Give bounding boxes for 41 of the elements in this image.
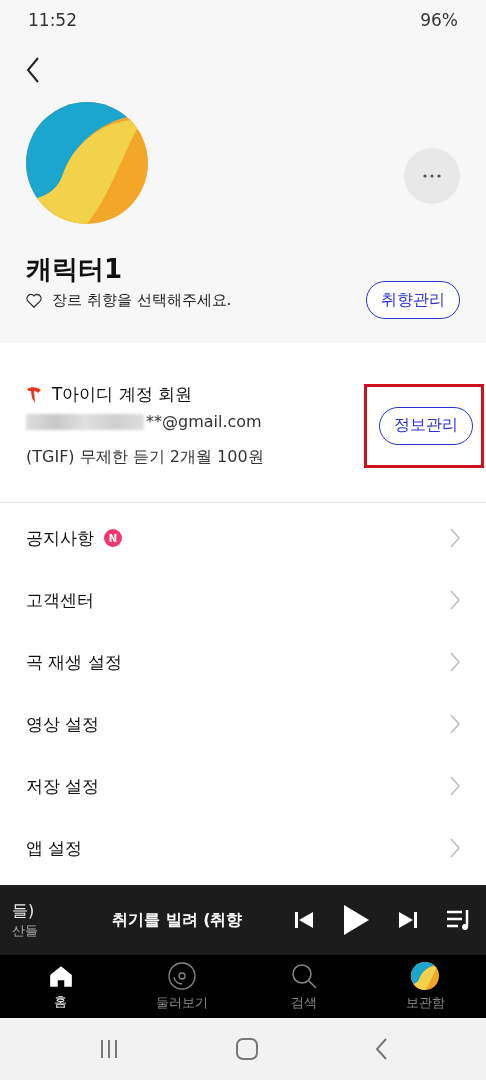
chevron-right-icon xyxy=(450,838,460,858)
plan-text: (TGIF) 무제한 듣기 2개월 100원 xyxy=(26,447,264,468)
new-badge: N xyxy=(104,529,122,547)
t-logo-icon xyxy=(26,385,42,404)
chevron-right-icon xyxy=(450,590,460,610)
account-type: T아이디 계정 회원 xyxy=(52,383,193,406)
previous-icon[interactable] xyxy=(294,910,314,930)
track-title: 들) xyxy=(12,900,36,922)
search-icon xyxy=(289,961,318,990)
play-icon[interactable] xyxy=(342,904,370,936)
genre-hint: 장르 취향을 선택해주세요. xyxy=(52,290,232,310)
battery-level: 96% xyxy=(420,10,458,30)
chevron-right-icon xyxy=(450,714,460,734)
disc-icon xyxy=(168,961,197,990)
menu-item[interactable]: 곡 재생 설정 xyxy=(0,631,486,693)
menu-item[interactable]: 앱 설정 xyxy=(0,817,486,879)
genre-manage-button[interactable]: 취향관리 xyxy=(366,281,460,319)
nav-tab[interactable]: 보관함 xyxy=(364,955,486,1018)
menu-item[interactable]: 영상 설정 xyxy=(0,693,486,755)
next-icon[interactable] xyxy=(398,910,418,930)
menu-item[interactable]: 공지사항 N xyxy=(0,507,486,569)
back-icon[interactable] xyxy=(26,56,40,84)
chevron-right-icon xyxy=(450,528,460,548)
email-text: **@gmail.com xyxy=(146,412,262,431)
nav-tab[interactable]: 홈 xyxy=(0,955,122,1018)
menu-item[interactable]: 고객센터 xyxy=(0,569,486,631)
recent-apps-icon[interactable] xyxy=(98,1039,119,1059)
nav-tab[interactable]: 둘러보기 xyxy=(121,955,243,1018)
next-track-title: 취기를 빌려 (취향 xyxy=(112,909,243,931)
track-artist: 산들 xyxy=(12,921,39,940)
home-button-icon[interactable] xyxy=(236,1038,258,1060)
profile-name: 캐릭터1 xyxy=(26,253,124,286)
chevron-right-icon xyxy=(450,776,460,796)
nav-tab[interactable]: 검색 xyxy=(243,955,365,1018)
heart-icon xyxy=(26,292,42,308)
chevron-right-icon xyxy=(450,652,460,672)
clock: 11:52 xyxy=(28,10,77,30)
profile-avatar xyxy=(411,961,440,990)
more-icon xyxy=(423,174,441,178)
info-manage-button[interactable]: 정보관리 xyxy=(379,406,473,445)
menu-item[interactable]: 저장 설정 xyxy=(0,755,486,817)
